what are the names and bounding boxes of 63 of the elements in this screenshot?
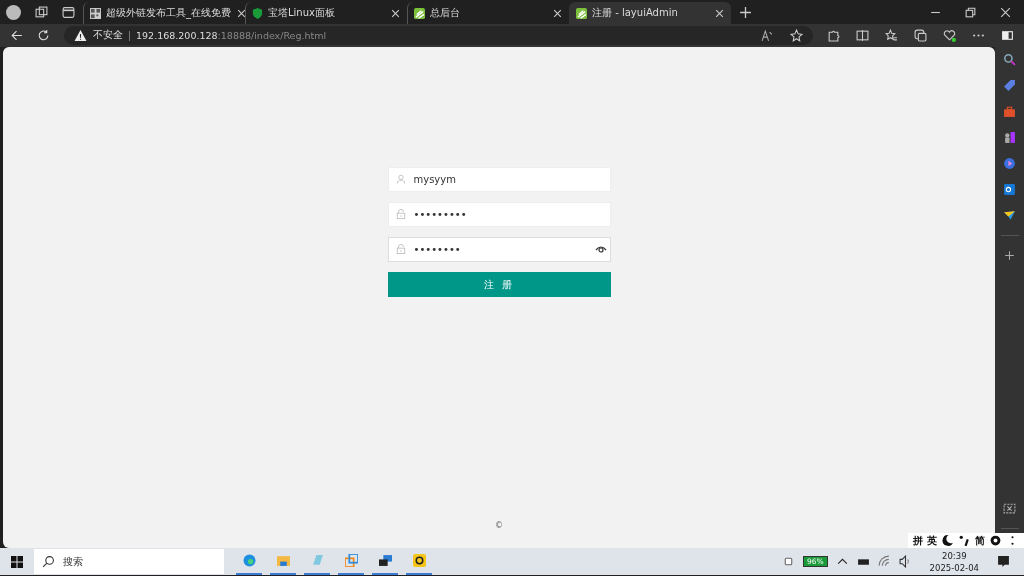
heart-pulse-icon[interactable]	[943, 29, 956, 42]
shield-icon	[252, 7, 263, 19]
mail-app-icon[interactable]	[1003, 183, 1016, 196]
close-icon[interactable]	[552, 7, 563, 19]
refresh-icon[interactable]	[37, 29, 50, 42]
read-aloud-icon[interactable]	[761, 29, 774, 42]
notification-icon[interactable]	[997, 555, 1010, 568]
input-field[interactable]: mysyym	[387, 167, 611, 192]
user-icon	[395, 174, 406, 184]
add-icon[interactable]	[1003, 249, 1016, 262]
register-button[interactable]: 注 册	[387, 272, 611, 297]
close-icon[interactable]	[390, 7, 401, 19]
warning-icon	[74, 29, 87, 42]
address-bar[interactable]: 不安全 192.168.200.128:18888/index/Reg.html	[64, 26, 813, 45]
lock-icon	[395, 244, 406, 254]
moon-icon[interactable]	[941, 534, 954, 547]
input-field[interactable]: •••••••••	[387, 202, 611, 227]
clock-date: 2025-02-04	[929, 561, 979, 574]
wifi-icon[interactable]	[877, 555, 891, 568]
collections-icon[interactable]	[914, 29, 927, 42]
paper-plane-icon[interactable]	[1003, 209, 1016, 222]
sidebar-toggle-icon[interactable]	[1001, 29, 1014, 42]
restore-icon[interactable]	[964, 5, 977, 19]
ime-mode[interactable]: 拼	[913, 533, 923, 548]
qr-code-icon	[90, 7, 101, 19]
tab-actions-icon[interactable]	[62, 5, 75, 19]
chess-pieces-icon[interactable]	[1003, 131, 1016, 144]
security-label[interactable]: 不安全	[93, 29, 123, 42]
close-icon[interactable]	[999, 5, 1012, 19]
browser-tab[interactable]: 注册 - layuiAdmin	[569, 2, 731, 24]
settings-icon[interactable]	[989, 534, 1002, 547]
leaf-logo-icon	[414, 7, 425, 19]
clock[interactable]: 20:39 2025-02-04	[929, 549, 979, 574]
workspaces-icon[interactable]	[35, 5, 48, 19]
eye-icon[interactable]	[594, 244, 607, 254]
play-logo-icon[interactable]	[1003, 157, 1016, 170]
input-field[interactable]: ••••••••	[387, 237, 611, 262]
url-path: :18888/index/Reg.html	[217, 30, 327, 41]
profile-avatar[interactable]	[6, 4, 21, 20]
ime-script[interactable]: 简	[975, 533, 985, 548]
new-tab-icon[interactable]	[739, 5, 752, 19]
url-host: 192.168.200.128	[136, 30, 218, 41]
ime-language[interactable]: 英	[927, 533, 937, 548]
speaker-icon[interactable]	[898, 555, 912, 568]
tag-icon[interactable]	[1003, 79, 1016, 92]
screenshot-icon[interactable]	[1003, 502, 1016, 515]
toolbox-icon[interactable]	[1003, 105, 1016, 118]
taskbar-search-field[interactable]: 搜索	[34, 549, 224, 574]
search-icon[interactable]	[1003, 53, 1016, 66]
search-icon	[42, 555, 55, 568]
clock-time: 20:39	[942, 549, 967, 562]
copyright-text: ©	[495, 521, 503, 530]
leaf-logo-icon	[576, 7, 587, 19]
back-arrow-icon[interactable]	[10, 29, 23, 42]
close-icon[interactable]	[236, 7, 247, 19]
lock-icon	[395, 209, 406, 219]
close-icon[interactable]	[714, 7, 725, 19]
start-icon[interactable]	[11, 555, 23, 568]
punctuation-icon[interactable]	[958, 534, 971, 547]
split-screen-icon[interactable]	[856, 29, 869, 42]
star-icon[interactable]	[790, 29, 803, 42]
puzzle-icon[interactable]	[827, 29, 840, 42]
favorites-icon[interactable]	[885, 29, 898, 42]
